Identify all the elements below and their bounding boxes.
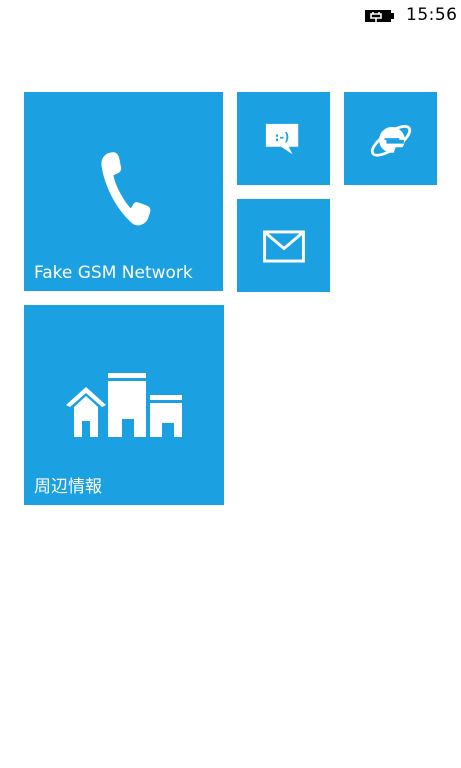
messaging-icon: :-) — [265, 123, 299, 155]
status-time: 15:56 — [406, 5, 458, 25]
mail-icon — [263, 230, 305, 263]
internet-explorer-tile[interactable] — [344, 92, 437, 185]
mail-tile[interactable] — [237, 199, 330, 292]
phone-icon — [101, 152, 151, 226]
phone-tile[interactable]: Fake GSM Network — [24, 92, 223, 291]
phone-tile-label: Fake GSM Network — [34, 263, 193, 283]
messaging-tile[interactable]: :-) — [237, 92, 330, 185]
battery-charging-icon — [365, 10, 394, 22]
internet-explorer-icon — [370, 125, 412, 157]
local-scout-tile-label: 周辺情報 — [34, 477, 102, 497]
messaging-emoticon: :-) — [275, 130, 290, 144]
local-scout-icon — [66, 373, 182, 437]
status-bar: 15:56 — [0, 0, 461, 32]
local-scout-tile[interactable]: 周辺情報 — [24, 305, 224, 505]
